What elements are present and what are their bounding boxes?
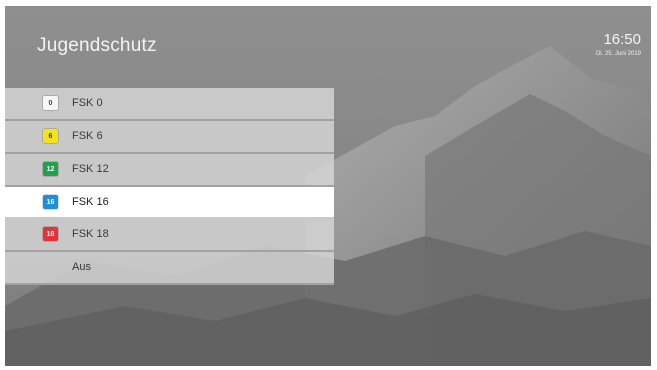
fsk-16-badge-label: 16 <box>46 198 55 206</box>
fsk-0-badge-icon: 0 <box>43 96 58 110</box>
fsk-18-badge-label: 18 <box>46 230 55 238</box>
fsk-12-badge-icon: 12 <box>43 162 58 176</box>
fsk-0-badge-label: 0 <box>48 99 53 107</box>
fsk-6-badge-icon: 6 <box>43 129 58 143</box>
clock-time: 16:50 <box>603 31 641 48</box>
menu-item-label-fsk-16: FSK 16 <box>72 196 109 208</box>
fsk-6-badge-label: 6 <box>48 132 53 140</box>
menu-item-label-fsk-18: FSK 18 <box>72 228 109 240</box>
fsk-16-badge-icon: 16 <box>43 195 58 209</box>
menu-item-label-fsk-0: FSK 0 <box>72 97 103 109</box>
menu-item-fsk-16[interactable]: 16 FSK 16 <box>5 187 334 219</box>
menu-item-aus[interactable]: Aus <box>5 252 334 285</box>
fsk-18-badge-icon: 18 <box>43 227 58 241</box>
menu-item-fsk-6[interactable]: 6 FSK 6 <box>5 121 334 154</box>
menu-item-fsk-0[interactable]: 0 FSK 0 <box>5 88 334 121</box>
menu-item-label-fsk-12: FSK 12 <box>72 163 109 175</box>
menu-item-fsk-18[interactable]: 18 FSK 18 <box>5 219 334 252</box>
fsk-12-badge-label: 12 <box>46 165 55 173</box>
age-rating-menu: 0 FSK 0 6 FSK 6 12 FSK 12 16 FSK 16 18 F… <box>5 88 334 285</box>
page-title: Jugendschutz <box>37 35 157 56</box>
menu-item-label-aus: Aus <box>72 261 91 273</box>
menu-item-fsk-12[interactable]: 12 FSK 12 <box>5 154 334 187</box>
tv-screen: Jugendschutz 16:50 Di. 25. Juni 2019 0 F… <box>5 6 651 366</box>
clock-date: Di. 25. Juni 2019 <box>595 51 641 57</box>
menu-item-label-fsk-6: FSK 6 <box>72 130 103 142</box>
